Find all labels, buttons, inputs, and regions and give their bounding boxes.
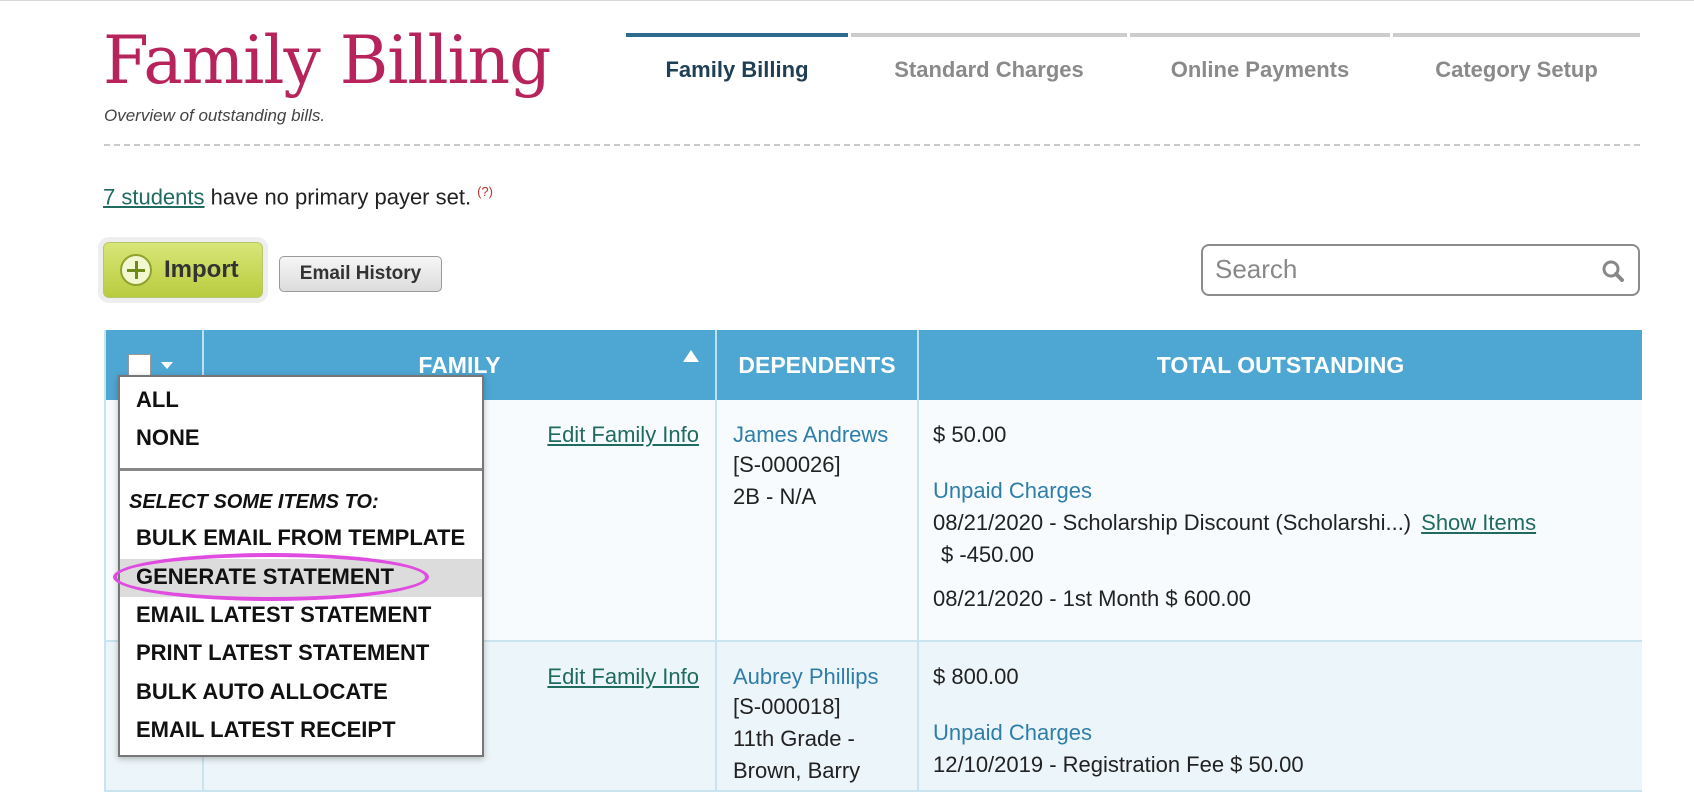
main-tabs: Family Billing Standard Charges Online P… xyxy=(626,33,1640,87)
dependent-teacher: Brown, Barry xyxy=(733,758,861,783)
charge-line: 12/10/2019 - Registration Fee $ 50.00 xyxy=(933,752,1304,777)
generate-statement-option[interactable]: GENERATE STATEMENT xyxy=(136,564,394,590)
sort-ascending-icon[interactable] xyxy=(683,350,699,362)
header-divider xyxy=(104,144,1640,146)
total-amount: $ 800.00 xyxy=(933,664,1019,689)
select-all-checkbox[interactable] xyxy=(128,354,151,377)
email-latest-receipt-option[interactable]: EMAIL LATEST RECEIPT xyxy=(136,717,396,743)
dependents-cell: James Andrews [S-000026] 2B - N/A xyxy=(717,400,919,640)
search-box xyxy=(1201,244,1640,296)
show-items-link[interactable]: Show Items xyxy=(1421,510,1536,535)
search-icon[interactable] xyxy=(1602,260,1624,282)
bulk-email-from-template-option[interactable]: BULK EMAIL FROM TEMPLATE xyxy=(136,525,465,551)
tab-standard-charges[interactable]: Standard Charges xyxy=(851,33,1127,87)
page-title: Family Billing xyxy=(103,22,551,99)
import-button-label: Import xyxy=(164,256,239,283)
dependent-id: [S-000018] xyxy=(733,694,841,719)
charge-line: 08/21/2020 - Scholarship Discount (Schol… xyxy=(933,510,1536,536)
dependents-cell: Aubrey Phillips [S-000018] 11th Grade - … xyxy=(717,642,919,790)
plus-icon xyxy=(120,254,152,286)
dependent-grade: 2B - N/A xyxy=(733,484,817,509)
charge-amount: $ -450.00 xyxy=(941,542,1034,567)
students-link[interactable]: 7 students xyxy=(103,184,205,209)
unpaid-charges-link[interactable]: Unpaid Charges xyxy=(933,720,1092,746)
bulk-auto-allocate-option[interactable]: BULK AUTO ALLOCATE xyxy=(136,679,388,705)
total-amount: $ 50.00 xyxy=(933,422,1007,447)
search-input[interactable] xyxy=(1213,246,1593,292)
column-header-dependents: DEPENDENTS xyxy=(717,330,919,400)
notice-text: have no primary payer set. xyxy=(204,184,472,210)
dropdown-section-heading: SELECT SOME ITEMS TO: xyxy=(129,491,379,513)
print-latest-statement-option[interactable]: PRINT LATEST STATEMENT xyxy=(136,640,429,666)
dependent-name-link[interactable]: Aubrey Phillips xyxy=(733,664,879,690)
chevron-down-icon[interactable] xyxy=(161,362,173,369)
help-icon[interactable]: (?) xyxy=(477,184,493,199)
charge-line: 08/21/2020 - 1st Month $ 600.00 xyxy=(933,586,1252,611)
tab-online-payments[interactable]: Online Payments xyxy=(1130,33,1390,87)
tab-family-billing[interactable]: Family Billing xyxy=(626,33,848,87)
tab-category-setup[interactable]: Category Setup xyxy=(1393,33,1640,87)
total-outstanding-cell: $ 50.00 Unpaid Charges 08/21/2020 - Scho… xyxy=(919,400,1642,640)
edit-family-info-link[interactable]: Edit Family Info xyxy=(547,422,699,448)
page-subtitle: Overview of outstanding bills. xyxy=(104,106,326,125)
primary-payer-notice: 7 students have no primary payer set. (?) xyxy=(103,184,493,210)
email-latest-statement-option[interactable]: EMAIL LATEST STATEMENT xyxy=(136,602,431,628)
bulk-action-dropdown: ALL NONE SELECT SOME ITEMS TO: BULK EMAI… xyxy=(118,375,484,757)
charge-description: 08/21/2020 - Scholarship Discount (Schol… xyxy=(933,510,1412,535)
dependent-name-link[interactable]: James Andrews xyxy=(733,422,888,448)
dependent-id: [S-000026] xyxy=(733,452,841,477)
import-button[interactable]: Import xyxy=(103,242,263,298)
total-outstanding-cell: $ 800.00 Unpaid Charges 12/10/2019 - Reg… xyxy=(919,642,1642,790)
select-none-option[interactable]: NONE xyxy=(136,425,200,451)
column-header-total-outstanding: TOTAL OUTSTANDING xyxy=(1156,351,1405,378)
unpaid-charges-link[interactable]: Unpaid Charges xyxy=(933,478,1092,504)
dependent-grade: 11th Grade - xyxy=(733,726,855,751)
email-history-button[interactable]: Email History xyxy=(279,256,442,292)
select-all-option[interactable]: ALL xyxy=(136,387,179,413)
edit-family-info-link[interactable]: Edit Family Info xyxy=(547,664,699,690)
top-border xyxy=(0,0,1694,1)
dropdown-divider xyxy=(120,468,482,471)
